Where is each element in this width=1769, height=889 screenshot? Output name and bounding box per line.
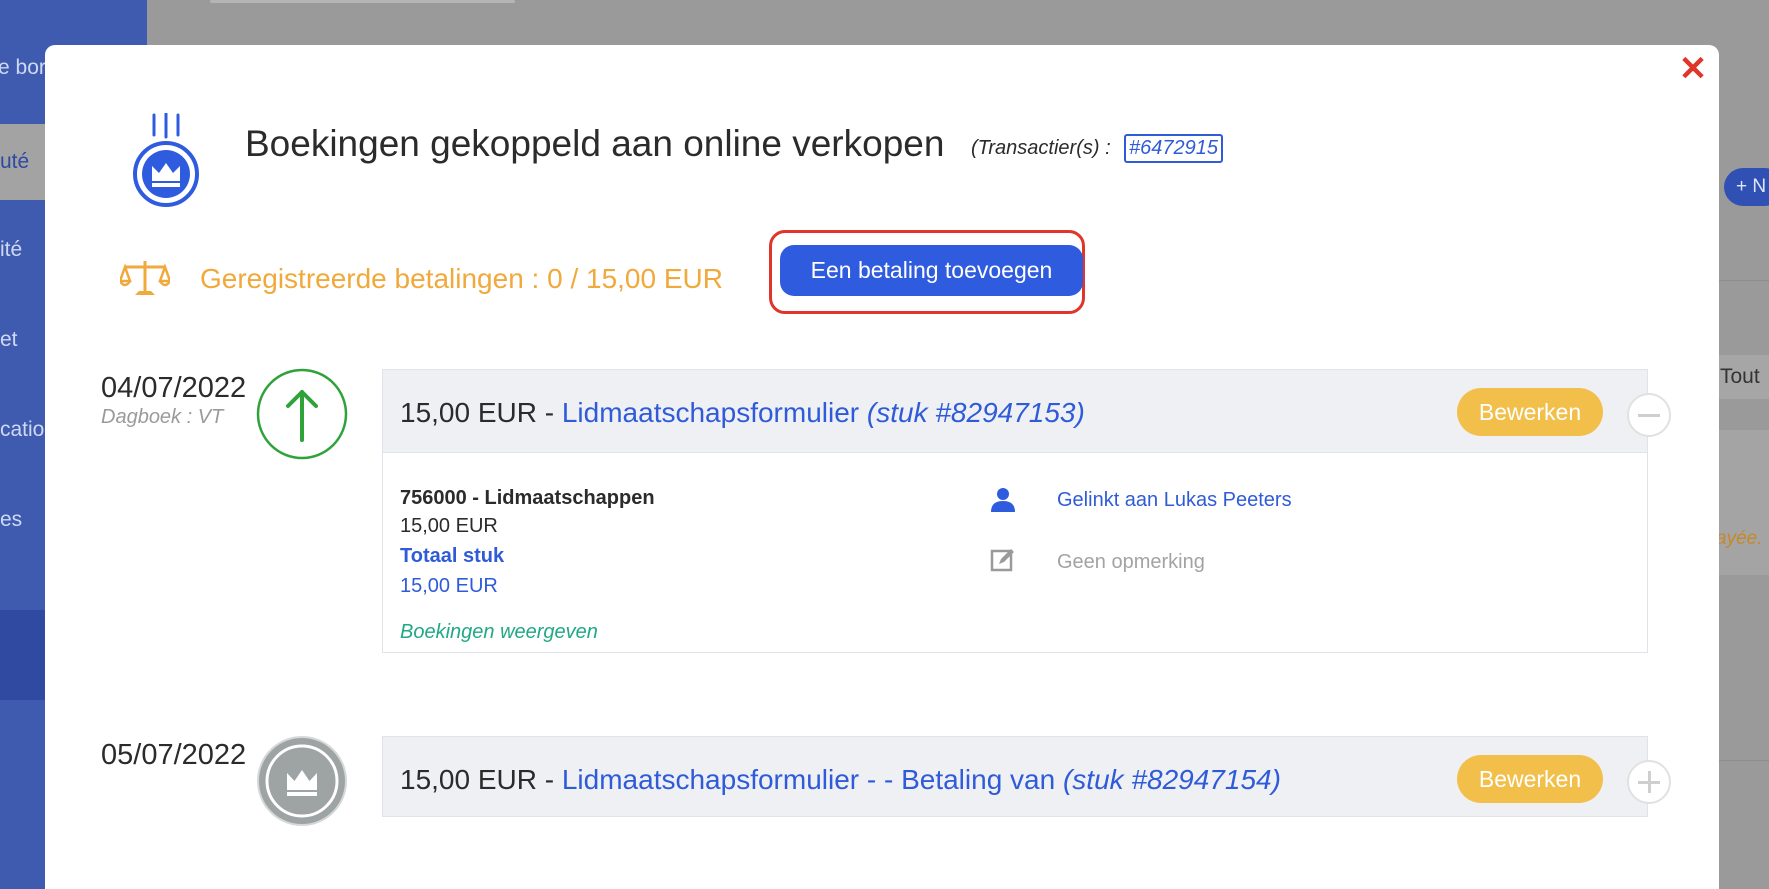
- background-sidebar-item: et: [0, 328, 18, 351]
- edit-button[interactable]: Bewerken: [1457, 755, 1603, 803]
- entry-title: 15,00 EUR - Lidmaatschapsformulier (stuk…: [400, 397, 1085, 429]
- collapse-icon[interactable]: [1627, 393, 1671, 437]
- entry-header: 15,00 EUR - Lidmaatschapsformulier - - B…: [382, 736, 1671, 817]
- account-name: 756000 - Lidmaatschappen: [400, 487, 655, 509]
- entry-separator: -: [536, 397, 562, 428]
- entry-amount: 15,00 EUR: [400, 397, 537, 428]
- entry-details: 756000 - Lidmaatschappen 15,00 EUR Totaa…: [382, 453, 1648, 653]
- user-icon: [991, 488, 1015, 512]
- scale-icon: [120, 261, 170, 295]
- background-tout-label: Tout: [1714, 355, 1769, 399]
- entry-amount: 15,00 EUR: [400, 764, 537, 795]
- arrow-up-icon: [256, 368, 348, 460]
- note-edit-icon: [990, 549, 1014, 572]
- background-topbar: [210, 0, 515, 3]
- linked-member-link[interactable]: Gelinkt aan Lukas Peeters: [1057, 489, 1292, 512]
- total-piece-label: Totaal stuk: [400, 545, 505, 567]
- plus-bar: [1648, 771, 1651, 793]
- entry-separator: -: [536, 764, 562, 795]
- background-payee-text: ayée.: [1716, 528, 1763, 549]
- entry-title: 15,00 EUR - Lidmaatschapsformulier - - B…: [400, 764, 1281, 796]
- background-sidebar-item: es: [0, 508, 23, 531]
- entry-document-link[interactable]: Lidmaatschapsformulier: [562, 397, 859, 428]
- background-sidebar-item: ité: [0, 238, 23, 261]
- expand-icon[interactable]: [1627, 760, 1671, 804]
- background-sidebar-item: e bor: [0, 56, 46, 79]
- add-payment-button[interactable]: Een betaling toevoegen: [780, 245, 1083, 296]
- background-card: [1719, 430, 1769, 575]
- transactions-label: (Transactier(s) :: [971, 137, 1111, 159]
- account-amount: 15,00 EUR: [400, 515, 498, 537]
- background-divider: [1719, 760, 1769, 761]
- transaction-link[interactable]: #6472915: [1124, 134, 1223, 163]
- bookings-modal: ✕ Boekingen gekoppeld aan online verkope…: [45, 45, 1719, 889]
- coin-crown-icon: [133, 113, 199, 207]
- entry-journal: Dagboek : VT: [101, 406, 224, 428]
- entry-piece-number: (stuk #82947153): [866, 397, 1085, 428]
- entry-date: 05/07/2022: [101, 739, 247, 771]
- edit-button[interactable]: Bewerken: [1457, 388, 1603, 436]
- minus-bar: [1638, 414, 1660, 417]
- modal-title: Boekingen gekoppeld aan online verkopen: [245, 123, 945, 164]
- no-remark-text: Geen opmerking: [1057, 551, 1205, 573]
- entry-document-link[interactable]: Lidmaatschapsformulier - - Betaling van: [562, 764, 1055, 795]
- crown-icon: [257, 736, 347, 826]
- background-new-button: + N: [1724, 168, 1769, 206]
- entry-header: 15,00 EUR - Lidmaatschapsformulier (stuk…: [382, 369, 1671, 453]
- total-piece-amount: 15,00 EUR: [400, 575, 498, 597]
- background-divider: [1719, 280, 1769, 281]
- entry-piece-number: (stuk #82947154): [1062, 764, 1281, 795]
- show-bookings-link[interactable]: Boekingen weergeven: [400, 621, 598, 644]
- entry-date: 04/07/2022: [101, 372, 247, 404]
- registered-payments-label: Geregistreerde betalingen : 0 / 15,00 EU…: [200, 263, 723, 294]
- close-icon[interactable]: ✕: [1677, 52, 1709, 86]
- background-sidebar-item-label: uté: [0, 150, 30, 173]
